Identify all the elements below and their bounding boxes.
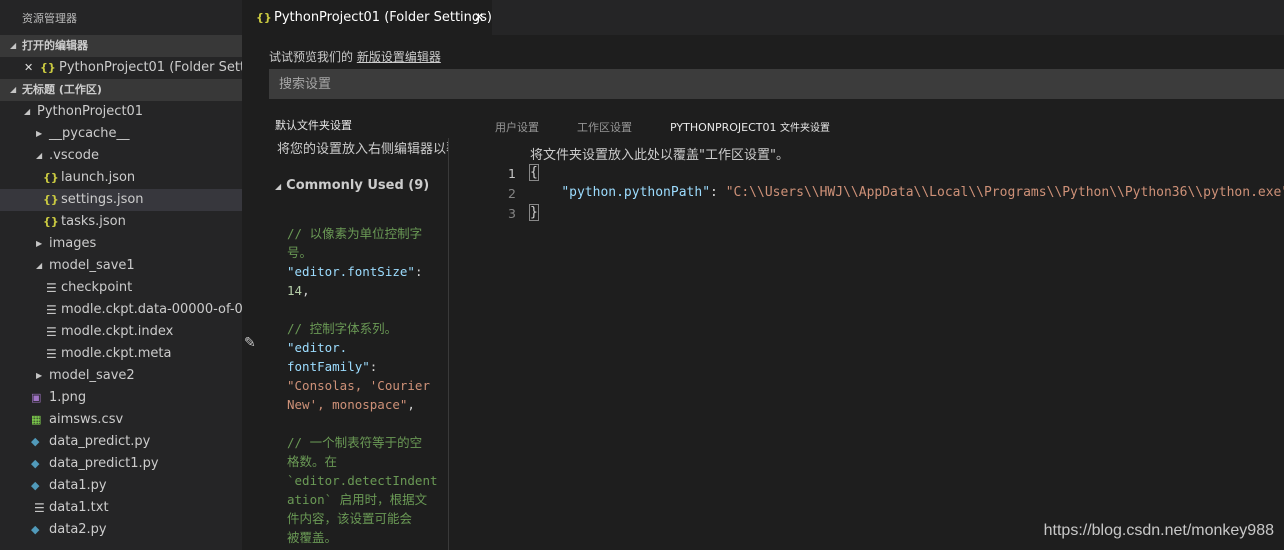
chevron-right-icon: ▶ bbox=[36, 129, 43, 138]
code-string: "C:\\Users\\HWJ\\AppData\\Local\\Program… bbox=[725, 185, 1284, 200]
json-icon: {} bbox=[43, 193, 59, 206]
tab-folder-settings-active[interactable]: PYTHONPROJECT01 文件夹设置 bbox=[670, 119, 830, 134]
table-icon: ▦ bbox=[31, 413, 42, 426]
python-icon: ◆ bbox=[31, 435, 40, 448]
code-comment: // 一个制表符等于的空 格数。在 `editor.detectIndent a… bbox=[287, 435, 438, 545]
tree-file-launch-json[interactable]: {} launch.json bbox=[0, 167, 242, 189]
tree-folder-model-save1[interactable]: ◢ model_save1 bbox=[0, 255, 242, 277]
preview-banner: 试试预览我们的 新版设置编辑器 bbox=[269, 48, 441, 65]
json-icon: {} bbox=[43, 171, 59, 184]
code-number: 14 bbox=[287, 283, 303, 298]
tree-file-aimsws-csv[interactable]: ▦ aimsws.csv bbox=[0, 409, 242, 431]
code-key: "python.pythonPath" bbox=[561, 185, 711, 200]
default-settings-pane: 默认文件夹设置 将您的设置放入右侧编辑器以覆盖。 ◢ Commonly Used … bbox=[269, 111, 449, 550]
close-icon[interactable]: ✕ bbox=[474, 0, 484, 35]
preview-text: 试试预览我们的 bbox=[269, 50, 357, 64]
tree-file-data1-py[interactable]: ◆ data1.py bbox=[0, 475, 242, 497]
code-comment: // 以像素为单位控制字 号。 bbox=[287, 226, 423, 260]
code-key: "editor.fontSize" bbox=[287, 264, 415, 279]
chevron-down-icon: ◢ bbox=[24, 107, 31, 116]
code-key: "editor. fontFamily" bbox=[287, 340, 370, 374]
chevron-down-icon: ◢ bbox=[36, 151, 43, 160]
tab-user-settings[interactable]: 用户设置 bbox=[495, 119, 539, 135]
tree-file-ckpt-data[interactable]: ☰ modle.ckpt.data-00000-of-00... bbox=[0, 299, 242, 321]
sidebar-title: 资源管理器 bbox=[22, 12, 77, 25]
workspace-label: 无标题 (工作区) bbox=[22, 83, 102, 96]
tree-file-data2-py[interactable]: ◆ data2.py bbox=[0, 519, 242, 541]
search-input[interactable] bbox=[269, 69, 1279, 99]
python-icon: ◆ bbox=[31, 523, 40, 536]
folder-settings-label: 文件夹设置 bbox=[780, 123, 831, 134]
tab-label: PythonProject01 (Folder Settings) bbox=[274, 10, 492, 25]
tree-file-tasks-json[interactable]: {} tasks.json bbox=[0, 211, 242, 233]
open-brace: { bbox=[529, 164, 539, 181]
code-colon: : bbox=[710, 185, 726, 200]
chevron-right-icon: ▶ bbox=[36, 371, 43, 380]
json-icon: {} bbox=[256, 11, 272, 24]
tree-file-data1-txt[interactable]: ☰ data1.txt bbox=[0, 497, 242, 519]
code-line-1[interactable]: { bbox=[529, 164, 539, 181]
file-lines-icon: ☰ bbox=[46, 325, 57, 339]
code-line-3[interactable]: } bbox=[529, 204, 539, 221]
code-line-2[interactable]: "python.pythonPath": "C:\\Users\\HWJ\\Ap… bbox=[530, 185, 1284, 200]
folder-settings-hint: 将文件夹设置放入此处以覆盖"工作区设置"。 bbox=[530, 148, 789, 163]
chevron-down-icon: ◢ bbox=[10, 41, 17, 50]
chevron-down-icon: ◢ bbox=[275, 182, 282, 191]
tree-folder-vscode[interactable]: ◢ .vscode bbox=[0, 145, 242, 167]
search-box[interactable] bbox=[269, 69, 1284, 99]
settings-editor: 试试预览我们的 新版设置编辑器 默认文件夹设置 将您的设置放入右侧编辑器以覆盖。… bbox=[242, 35, 1284, 550]
default-settings-code: // 以像素为单位控制字 号。 "editor.fontSize": 14, /… bbox=[287, 226, 438, 545]
open-editors-label: 打开的编辑器 bbox=[22, 39, 88, 52]
open-editors-header[interactable]: ◢ 打开的编辑器 bbox=[0, 35, 242, 57]
tree-file-checkpoint[interactable]: ☰ checkpoint bbox=[0, 277, 242, 299]
tree-file-1-png[interactable]: ▣ 1.png bbox=[0, 387, 242, 409]
workspace-header[interactable]: ◢ 无标题 (工作区) bbox=[0, 79, 242, 101]
tree-folder-model-save2[interactable]: ▶ model_save2 bbox=[0, 365, 242, 387]
tree-file-data-predict-py[interactable]: ◆ data_predict.py bbox=[0, 431, 242, 453]
watermark: https://blog.csdn.net/monkey988 bbox=[1043, 522, 1274, 539]
tab-workspace-settings[interactable]: 工作区设置 bbox=[577, 119, 632, 135]
file-lines-icon: ☰ bbox=[46, 281, 57, 295]
tree-folder-images[interactable]: ▶ images bbox=[0, 233, 242, 255]
tree-file-ckpt-meta[interactable]: ☰ modle.ckpt.meta bbox=[0, 343, 242, 365]
tree-file-ckpt-index[interactable]: ☰ modle.ckpt.index bbox=[0, 321, 242, 343]
commonly-used-label: Commonly Used (9) bbox=[286, 178, 430, 193]
close-icon[interactable]: ✕ bbox=[24, 57, 33, 79]
folder-name-label: PYTHONPROJECT01 bbox=[670, 121, 777, 134]
pane-divider[interactable] bbox=[448, 138, 449, 550]
chevron-down-icon: ◢ bbox=[36, 261, 43, 270]
folder-settings-pane: 用户设置 工作区设置 PYTHONPROJECT01 文件夹设置 将文件夹设置放… bbox=[460, 111, 1284, 550]
json-icon: {} bbox=[40, 61, 56, 74]
line-number: 3 bbox=[508, 206, 516, 221]
edit-pencil-icon[interactable]: ✎ bbox=[244, 335, 256, 351]
tab-bar: {} PythonProject01 (Folder Settings) ✕ bbox=[242, 0, 1284, 35]
open-editor-item[interactable]: ✕ {} PythonProject01 (Folder Setti... bbox=[0, 57, 242, 79]
python-icon: ◆ bbox=[31, 479, 40, 492]
commonly-used-group[interactable]: ◢ Commonly Used (9) bbox=[275, 178, 429, 193]
close-brace: } bbox=[529, 204, 539, 221]
code-comment: // 控制字体系列。 bbox=[287, 321, 398, 336]
new-settings-editor-link[interactable]: 新版设置编辑器 bbox=[357, 50, 441, 64]
file-lines-icon: ☰ bbox=[46, 303, 57, 317]
open-editor-label: PythonProject01 (Folder Setti... bbox=[59, 60, 242, 75]
default-settings-hint: 将您的设置放入右侧编辑器以覆盖。 bbox=[277, 142, 449, 157]
chevron-down-icon: ◢ bbox=[10, 85, 17, 94]
file-lines-icon: ☰ bbox=[46, 347, 57, 361]
tree-folder-pythonproject01[interactable]: ◢ PythonProject01 bbox=[0, 101, 242, 123]
file-lines-icon: ☰ bbox=[34, 501, 45, 515]
line-number: 2 bbox=[508, 186, 516, 201]
image-icon: ▣ bbox=[31, 391, 42, 404]
line-number: 1 bbox=[508, 166, 516, 181]
tree-folder-pycache[interactable]: ▶ __pycache__ bbox=[0, 123, 242, 145]
tree-file-settings-json[interactable]: {} settings.json bbox=[0, 189, 242, 211]
tree-file-data-predict1-py[interactable]: ◆ data_predict1.py bbox=[0, 453, 242, 475]
tab-folder-settings[interactable]: {} PythonProject01 (Folder Settings) ✕ bbox=[242, 0, 492, 35]
json-icon: {} bbox=[43, 215, 59, 228]
default-settings-title: 默认文件夹设置 bbox=[275, 119, 352, 132]
chevron-right-icon: ▶ bbox=[36, 239, 43, 248]
python-icon: ◆ bbox=[31, 457, 40, 470]
explorer-sidebar: 资源管理器 ◢ 打开的编辑器 ✕ {} PythonProject01 (Fol… bbox=[0, 0, 242, 550]
